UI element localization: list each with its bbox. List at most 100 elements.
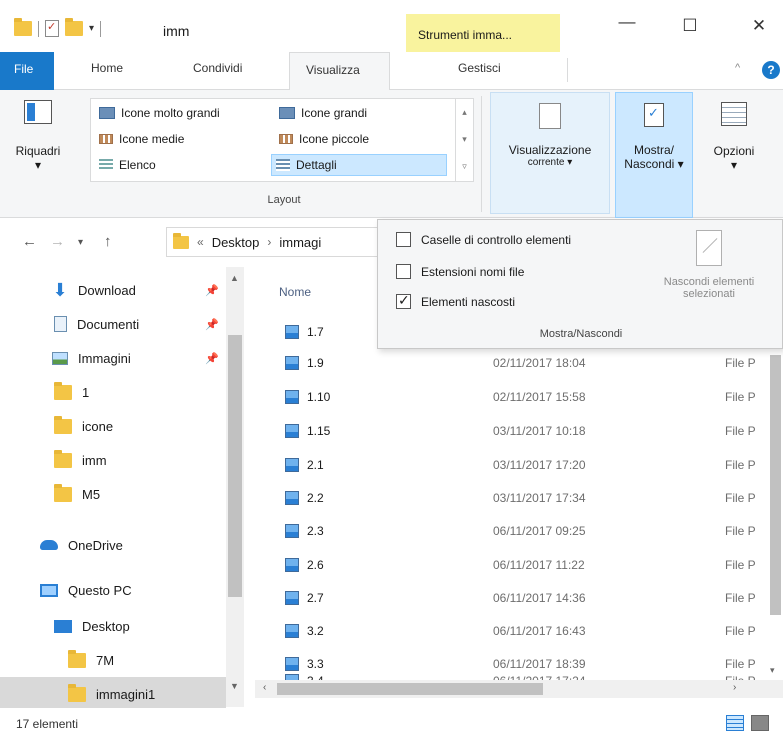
breadcrumb-current[interactable]: immagi (279, 235, 321, 250)
file-name: 2.3 (307, 524, 324, 538)
layout-gallery-scroll[interactable]: ▴ ▾ ▿ (455, 99, 473, 181)
table-row[interactable]: 2.3 06/11/2017 09:25 File P (255, 516, 783, 547)
layout-list[interactable]: Elenco (95, 154, 156, 176)
scroll-right-icon[interactable]: › (733, 682, 736, 693)
file-name: 3.2 (307, 624, 324, 638)
scrollbar-thumb[interactable] (228, 335, 242, 597)
properties-icon[interactable] (45, 20, 59, 37)
table-row[interactable]: 2.7 06/11/2017 14:36 File P (255, 583, 783, 614)
minimize-button[interactable]: — (612, 12, 642, 32)
sidebar-item-desktop[interactable]: Desktop (0, 609, 226, 643)
file-name: 1.9 (307, 356, 324, 370)
current-view-button[interactable]: Visualizzazione corrente ▾ (490, 92, 610, 214)
navigation-pane: ⬇ Download 📌 Documenti 📌 Immagini 📌 1 ic… (0, 267, 250, 711)
sidebar-item-documenti[interactable]: Documenti 📌 (0, 307, 226, 341)
show-hide-button[interactable]: Mostra/ Nascondi ▾ (615, 92, 693, 218)
sidebar-item-onedrive[interactable]: OneDrive (0, 528, 226, 562)
file-extensions-option[interactable]: Estensioni nomi file (396, 264, 524, 279)
scroll-up-icon[interactable]: ▲ (230, 273, 239, 283)
tab-condividi[interactable]: Condividi (193, 61, 242, 75)
table-row[interactable]: 1.10 02/11/2017 15:58 File P (255, 382, 783, 413)
breadcrumb-overflow[interactable]: « (197, 235, 204, 249)
sidebar-item-m5[interactable]: M5 (0, 477, 226, 511)
table-row[interactable]: 2.1 03/11/2017 17:20 File P (255, 450, 783, 481)
image-file-icon (285, 591, 299, 605)
layout-item-label: Icone molto grandi (121, 106, 220, 120)
image-file-icon (285, 558, 299, 572)
current-view-sublabel: corrente ▾ (527, 157, 573, 168)
table-row[interactable]: 1.15 03/11/2017 10:18 File P (255, 416, 783, 447)
layout-large-icons[interactable]: Icone grandi (275, 102, 367, 124)
checkbox[interactable] (396, 264, 411, 279)
recent-locations-icon[interactable]: ▾ (78, 237, 83, 248)
scroll-down-icon[interactable]: ▾ (770, 665, 775, 676)
pin-icon[interactable]: 📌 (205, 284, 219, 297)
scroll-left-icon[interactable]: ‹ (263, 682, 266, 693)
image-file-icon (285, 325, 299, 339)
column-header-name[interactable]: Nome (279, 285, 311, 299)
layout-extra-large-icons[interactable]: Icone molto grandi (95, 102, 220, 124)
image-file-icon (285, 424, 299, 438)
tab-gestisci[interactable]: Gestisci (458, 61, 501, 75)
sidebar-item-label: Documenti (77, 316, 140, 332)
breadcrumb-separator[interactable]: › (267, 235, 271, 249)
file-type: File P (725, 458, 756, 472)
layout-medium-icons[interactable]: Icone medie (95, 128, 184, 150)
sidebar-item-7m[interactable]: 7M (0, 643, 226, 677)
hide-selected-items-button[interactable]: Nascondi elementi selezionati (634, 226, 783, 300)
folder-icon (14, 18, 32, 36)
large-icons-view-icon[interactable] (751, 715, 769, 731)
item-checkboxes-option[interactable]: Caselle di controllo elementi (396, 232, 571, 247)
breadcrumb-desktop[interactable]: Desktop (212, 235, 260, 250)
scrollbar-thumb[interactable] (770, 355, 781, 615)
up-arrow-icon[interactable]: ↑ (104, 233, 112, 250)
sidebar-item-imm[interactable]: imm (0, 443, 226, 477)
options-button[interactable]: Opzioni ▾ (704, 102, 764, 172)
address-bar[interactable]: « Desktop › immagi (166, 227, 386, 257)
sidebar-item-questo-pc[interactable]: Questo PC (0, 573, 226, 607)
scroll-down-icon[interactable]: ▼ (230, 681, 239, 691)
sidebar-item-immagini1[interactable]: immagini1 (0, 677, 226, 711)
window-title: imm (163, 23, 190, 39)
layout-small-icons[interactable]: Icone piccole (275, 128, 369, 150)
tab-visualizza[interactable]: Visualizza (289, 52, 390, 91)
details-view-icon[interactable] (726, 715, 744, 731)
expand-gallery-icon[interactable]: ▿ (456, 153, 473, 180)
panes-button[interactable]: Riquadri ▾ (0, 100, 76, 172)
tab-file[interactable]: File (0, 52, 54, 90)
pin-icon[interactable]: 📌 (205, 352, 219, 365)
scroll-up-icon[interactable]: ▴ (456, 99, 473, 126)
pin-icon[interactable]: 📌 (205, 318, 219, 331)
folder-icon (54, 483, 72, 502)
scroll-down-icon[interactable]: ▾ (456, 126, 473, 153)
checkbox[interactable] (396, 232, 411, 247)
tab-home[interactable]: Home (91, 61, 123, 75)
new-folder-icon[interactable] (65, 18, 83, 36)
hidden-items-option[interactable]: Elementi nascosti (396, 292, 515, 309)
navigation-pane-scrollbar[interactable]: ▲ ▼ (226, 267, 244, 707)
table-row[interactable]: 2.2 03/11/2017 17:34 File P (255, 483, 783, 514)
forward-arrow-icon[interactable]: → (50, 233, 65, 250)
table-row[interactable]: 2.6 06/11/2017 11:22 File P (255, 550, 783, 581)
collapse-ribbon-icon[interactable]: ^ (735, 62, 740, 74)
file-list-scrollbar[interactable] (767, 331, 783, 631)
help-icon[interactable]: ? (762, 61, 780, 79)
layout-details[interactable]: Dettagli (271, 154, 447, 176)
checkbox-checked[interactable] (396, 292, 411, 309)
table-row[interactable]: 1.9 02/11/2017 18:04 File P (255, 348, 783, 379)
file-type: File P (725, 624, 756, 638)
horizontal-scrollbar[interactable]: ‹ › (255, 680, 783, 698)
back-arrow-icon[interactable]: ← (22, 233, 37, 250)
close-button[interactable]: ✕ (744, 16, 774, 36)
maximize-button[interactable]: ☐ (675, 16, 705, 36)
layout-group: Icone molto grandi Icone grandi Icone me… (86, 96, 482, 212)
file-date: 06/11/2017 16:43 (493, 624, 586, 638)
sidebar-item-folder-1[interactable]: 1 (0, 375, 226, 409)
scrollbar-thumb[interactable] (277, 683, 543, 695)
sidebar-item-immagini[interactable]: Immagini 📌 (0, 341, 226, 375)
file-date: 06/11/2017 18:39 (493, 657, 586, 671)
table-row[interactable]: 3.2 06/11/2017 16:43 File P (255, 616, 783, 647)
sidebar-item-icone[interactable]: icone (0, 409, 226, 443)
customize-toolbar-icon[interactable]: ▾ (89, 23, 94, 34)
sidebar-item-download[interactable]: ⬇ Download 📌 (0, 273, 226, 307)
